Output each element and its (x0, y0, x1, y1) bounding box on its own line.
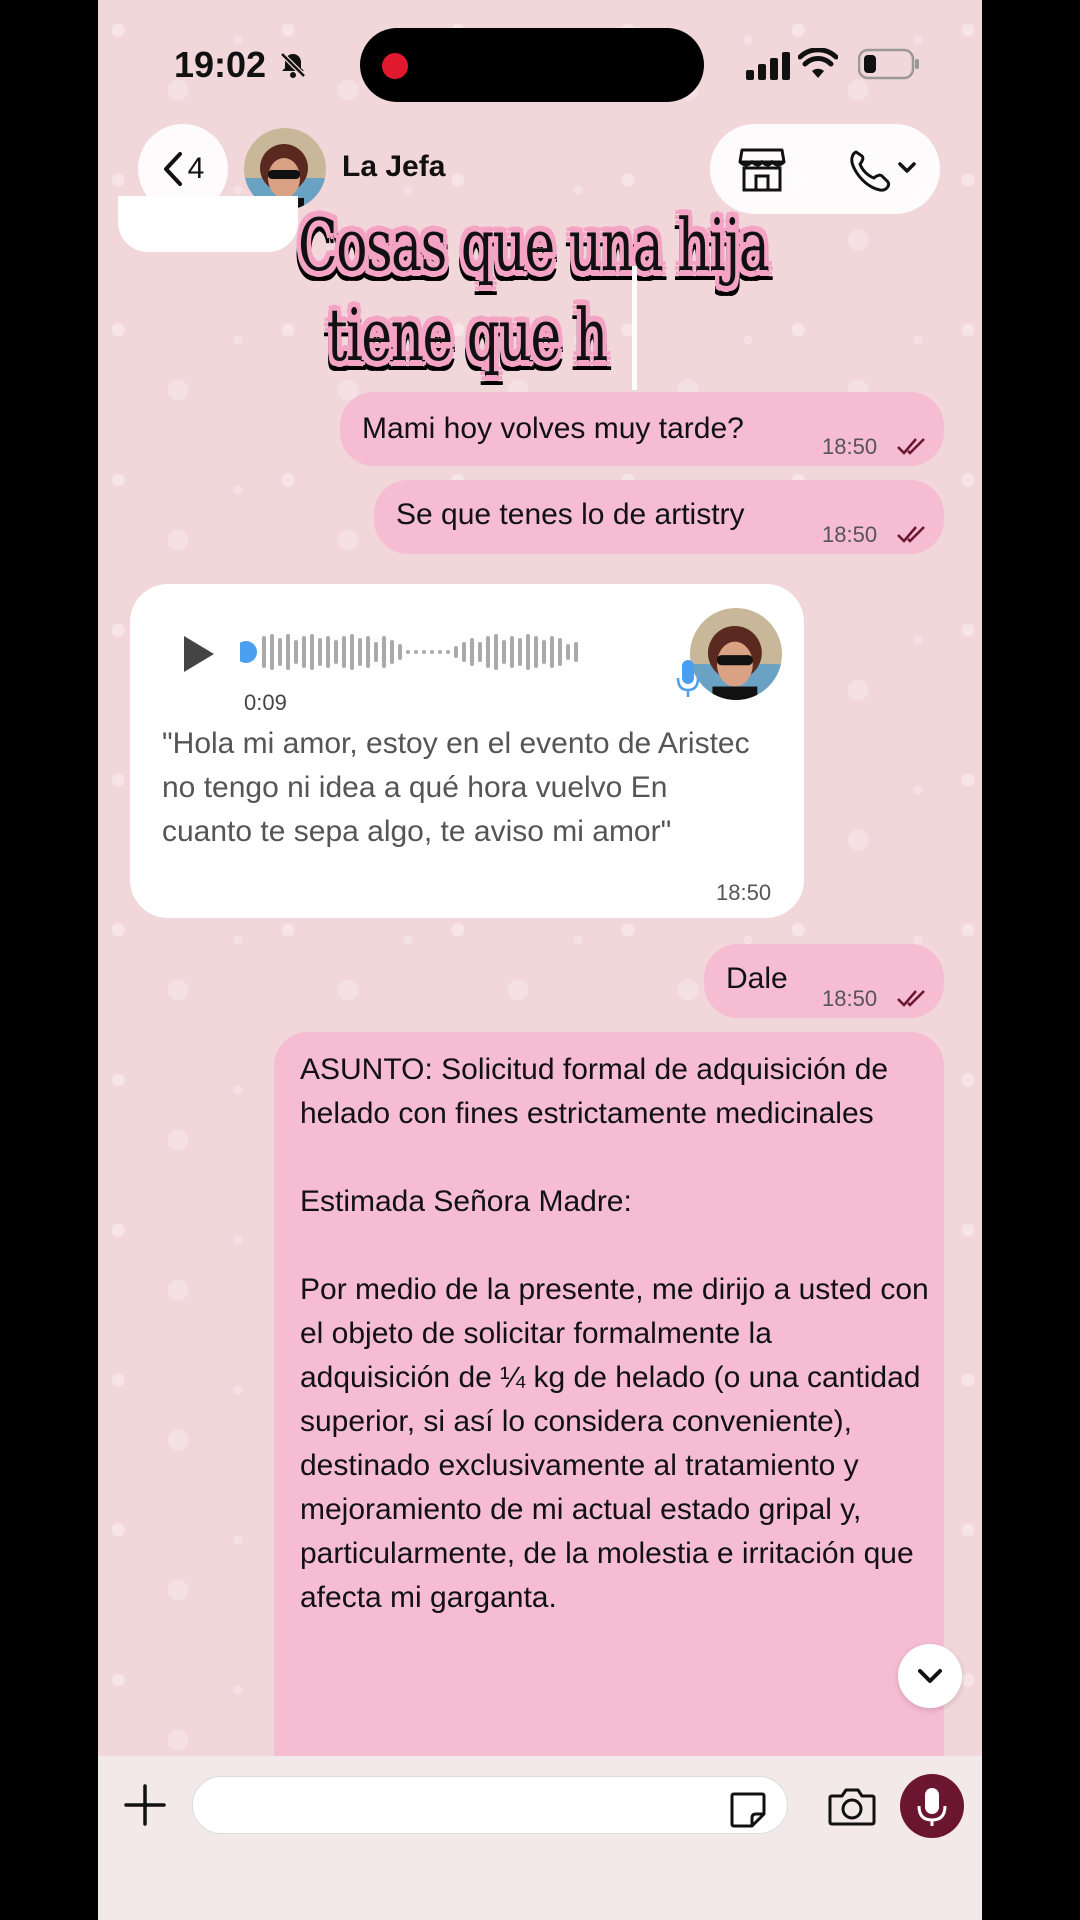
letter-text: ASUNTO: Solicitud formal de adquisición … (300, 1053, 929, 1614)
contact-name[interactable]: La Jefa (342, 150, 445, 184)
status-bar: 19:02 (98, 0, 982, 120)
composer-bar (98, 1756, 982, 1920)
previous-message-bubble (118, 196, 298, 252)
read-receipt-icon (897, 526, 925, 543)
chevron-down-icon (918, 1669, 942, 1683)
chevron-left-icon (163, 152, 182, 186)
voice-record-button[interactable] (900, 1774, 964, 1838)
outgoing-message[interactable]: Dale 18:50 (704, 944, 944, 1018)
text-cursor (632, 266, 637, 390)
message-time: 18:50 (822, 434, 878, 459)
recording-indicator-icon (382, 53, 408, 79)
read-receipt-icon (897, 438, 925, 455)
message-time: 18:50 (822, 522, 878, 547)
message-time: 18:50 (822, 986, 878, 1011)
play-icon[interactable] (182, 634, 216, 674)
message-time: 18:50 (716, 880, 772, 905)
plus-icon[interactable] (124, 1784, 166, 1826)
camera-icon[interactable] (828, 1786, 876, 1826)
microphone-icon (917, 1788, 947, 1826)
message-text: Dale (726, 962, 788, 995)
read-receipt-icon (897, 990, 925, 1007)
wifi-icon (798, 48, 838, 78)
scroll-to-bottom-button[interactable] (898, 1644, 962, 1708)
mic-icon (676, 660, 700, 697)
phone-screen: 19:02 4 La Jefa Cosas que una hija tiene… (98, 0, 982, 1920)
audio-waveform[interactable] (240, 630, 640, 674)
signal-icon (746, 52, 790, 80)
voice-transcript: "Hola mi amor, estoy en el evento de Ari… (162, 727, 750, 848)
unread-count: 4 (187, 152, 205, 185)
outgoing-message[interactable]: Se que tenes lo de artistry 18:50 (374, 480, 944, 554)
voice-duration: 0:09 (244, 690, 287, 715)
battery-icon (858, 48, 919, 80)
message-input[interactable] (192, 1776, 788, 1834)
dynamic-island (360, 28, 704, 102)
caption-line-1: Cosas que una hija (298, 203, 770, 287)
sticker-icon[interactable] (728, 1790, 768, 1830)
bell-off-icon (280, 52, 306, 78)
status-time: 19:02 (174, 44, 267, 85)
call-icon[interactable] (848, 148, 918, 192)
outgoing-message[interactable]: Mami hoy volves muy tarde? 18:50 (340, 392, 944, 466)
outgoing-message-letter[interactable]: ASUNTO: Solicitud formal de adquisición … (274, 1032, 944, 1762)
incoming-voice-message[interactable]: 0:09 "Hola mi amor, estoy en el evento d… (130, 584, 804, 918)
sender-avatar (690, 608, 782, 700)
video-caption-overlay: Cosas que una hija tiene que h (298, 200, 770, 380)
caption-line-2: tiene que h (326, 293, 608, 377)
message-text: Se que tenes lo de artistry (396, 498, 745, 531)
message-text: Mami hoy volves muy tarde? (362, 412, 744, 445)
store-icon[interactable] (738, 146, 786, 192)
